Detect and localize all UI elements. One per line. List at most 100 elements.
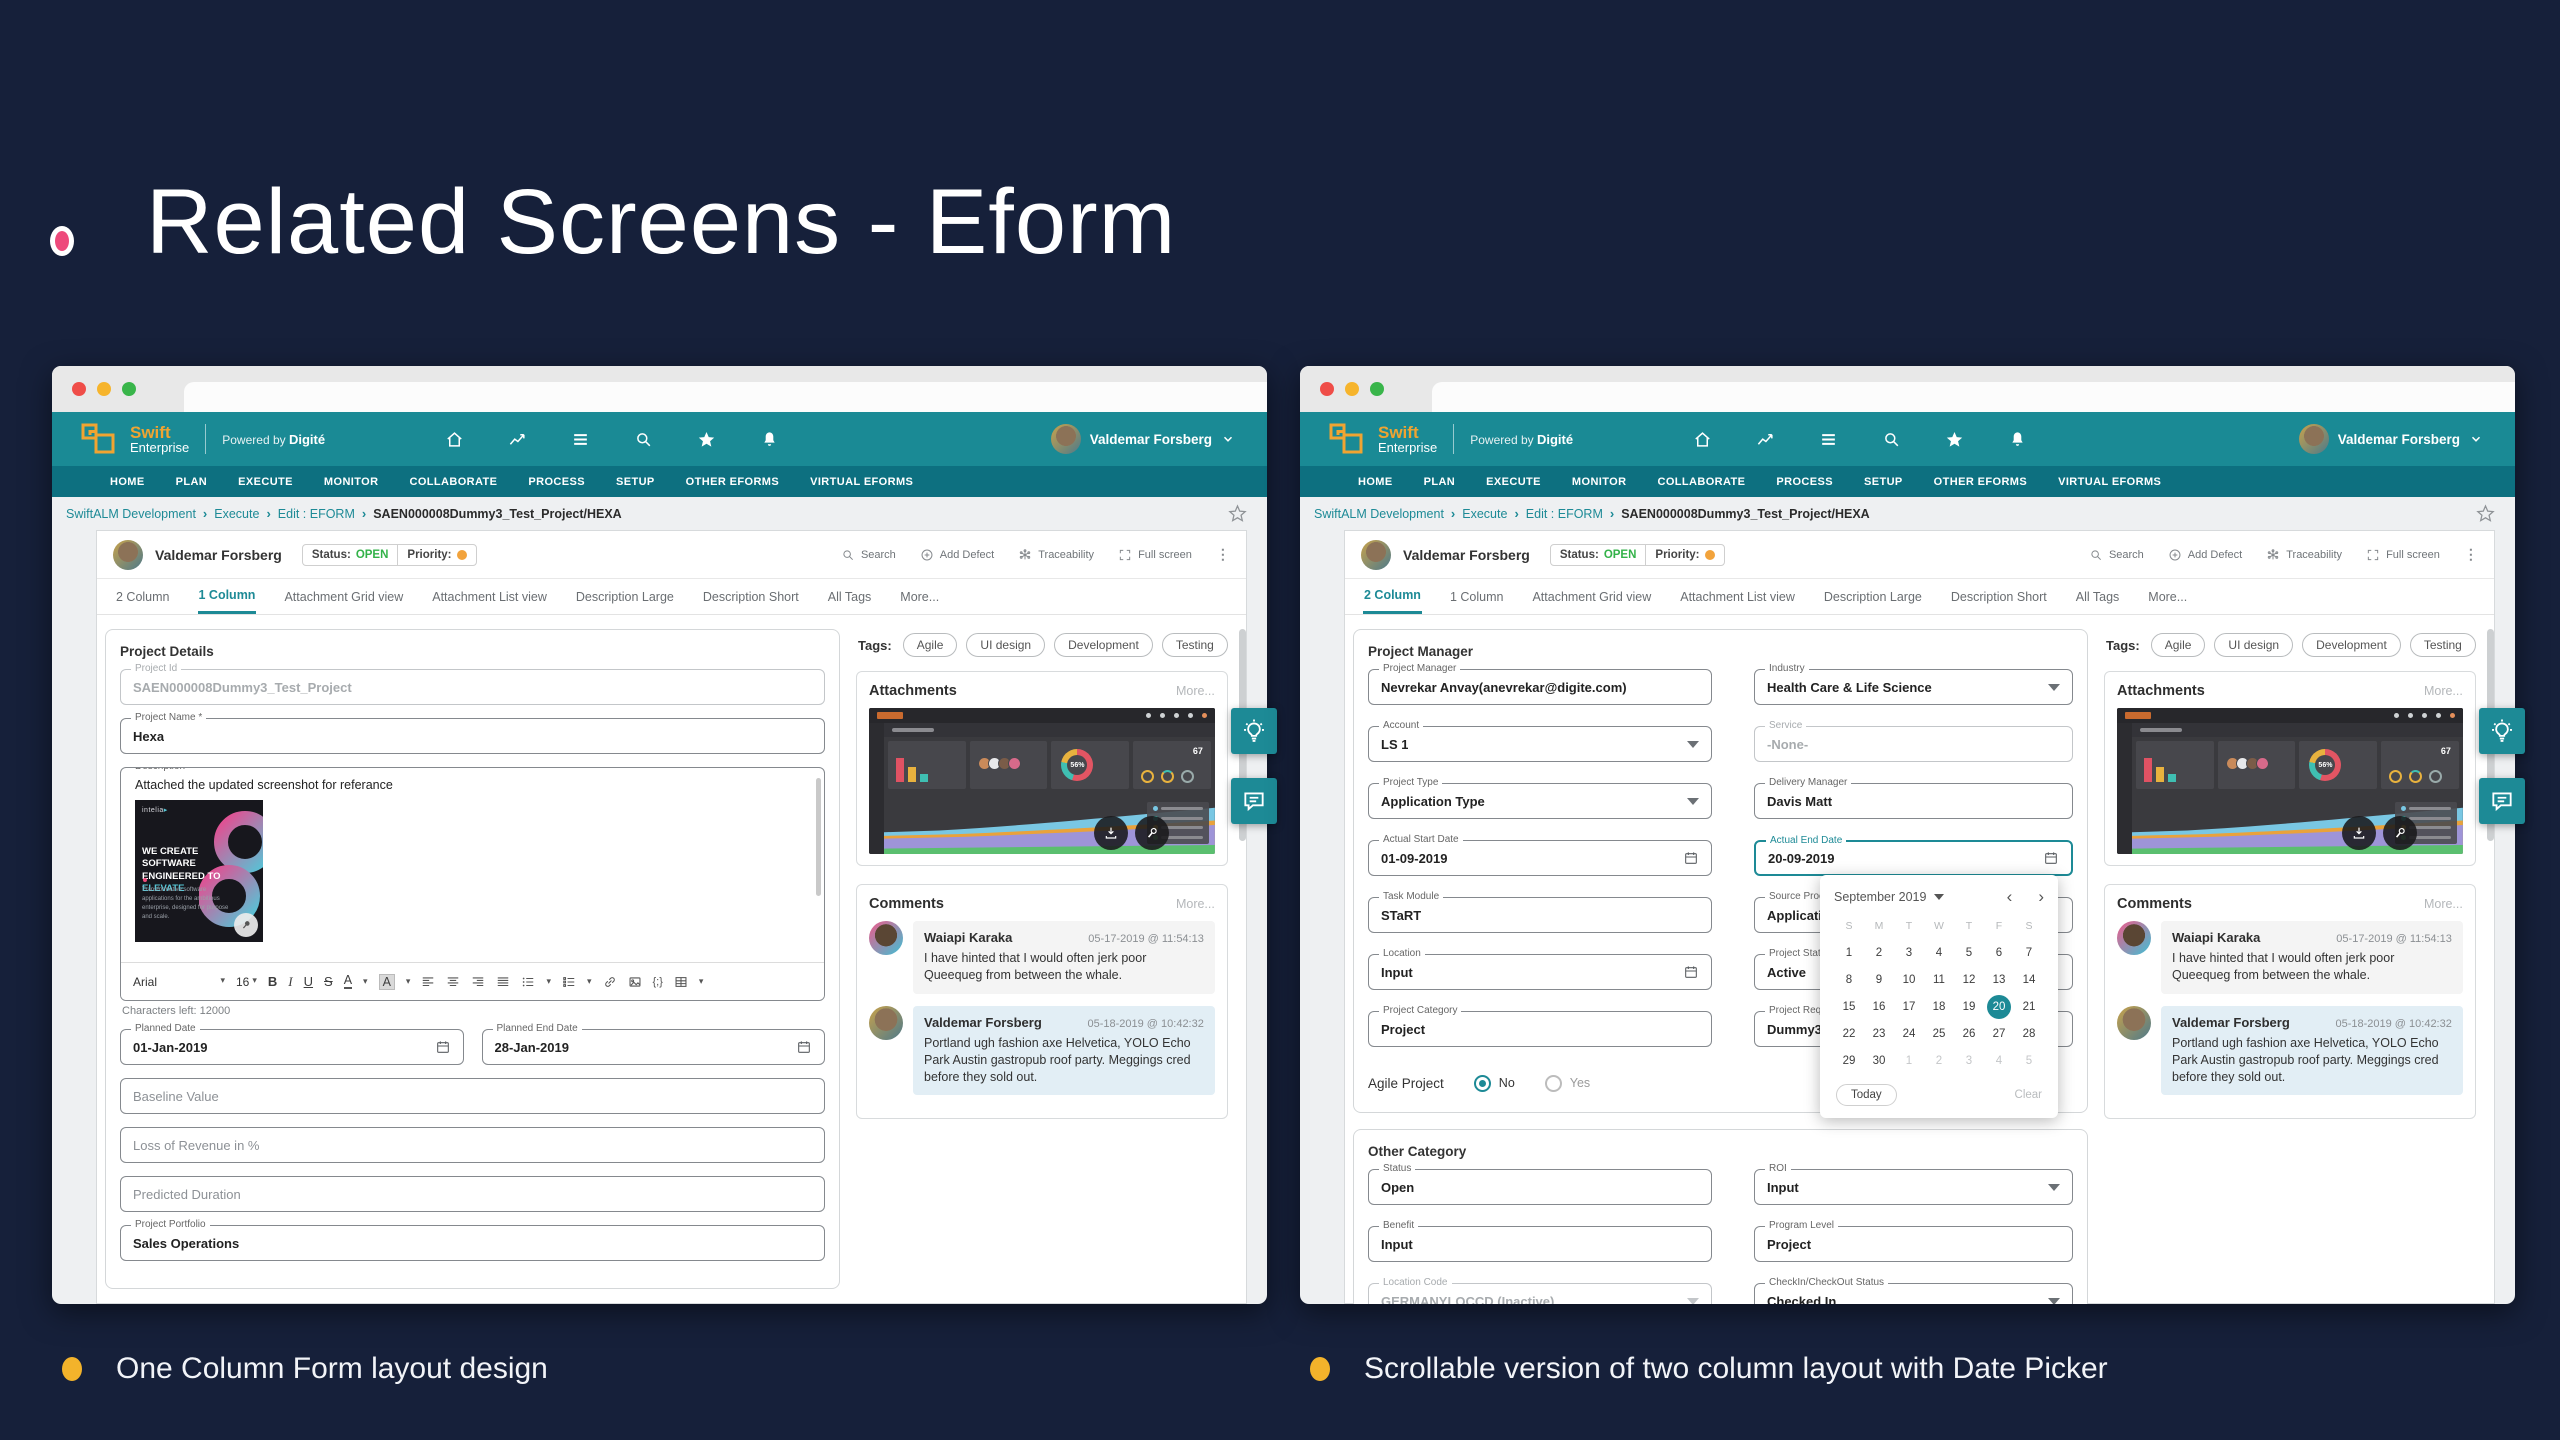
calendar-icon[interactable]: [435, 1039, 451, 1055]
tag-chip[interactable]: Agile: [2151, 633, 2206, 657]
calendar-icon[interactable]: [796, 1039, 812, 1055]
table-icon[interactable]: [674, 975, 688, 989]
project-portfolio-field[interactable]: Project PortfolioSales Operations: [120, 1225, 825, 1261]
bullet-list-icon[interactable]: [521, 975, 535, 989]
datepicker-day[interactable]: 5: [2014, 1047, 2044, 1074]
datepicker-day[interactable]: 4: [1924, 939, 1954, 966]
tag-chip[interactable]: Agile: [903, 633, 958, 657]
nav-collaborate[interactable]: COLLABORATE: [1657, 476, 1745, 488]
tag-chip[interactable]: UI design: [2214, 633, 2293, 657]
datepicker-day[interactable]: 22: [1834, 1020, 1864, 1047]
text-color-button[interactable]: A: [344, 974, 352, 990]
notifications-icon[interactable]: [2008, 430, 2027, 449]
tab-more[interactable]: More...: [899, 581, 940, 613]
reports-icon[interactable]: [508, 430, 527, 449]
next-month-button[interactable]: ›: [2038, 887, 2044, 907]
breadcrumb-link[interactable]: Execute: [214, 507, 259, 521]
pin-icon[interactable]: [1135, 816, 1169, 850]
tab-description-large[interactable]: Description Large: [575, 581, 675, 613]
strikethrough-button[interactable]: S: [324, 974, 333, 989]
datepicker-day[interactable]: 2: [1864, 939, 1894, 966]
datepicker-day[interactable]: 29: [1834, 1047, 1864, 1074]
swift-logo[interactable]: SwiftEnterprise: [1328, 422, 1437, 456]
datepicker-day[interactable]: 3: [1954, 1047, 1984, 1074]
planned-date-field[interactable]: Planned Date01-Jan-2019: [120, 1029, 464, 1065]
project-type-select[interactable]: Project TypeApplication Type: [1368, 783, 1712, 819]
datepicker-day[interactable]: 26: [1954, 1020, 1984, 1047]
nav-virtual-eforms[interactable]: VIRTUAL EFORMS: [810, 476, 913, 488]
nav-execute[interactable]: EXECUTE: [238, 476, 293, 488]
agile-yes-radio[interactable]: Yes: [1545, 1075, 1590, 1092]
notifications-icon[interactable]: [760, 430, 779, 449]
datepicker-day[interactable]: 13: [1984, 966, 2014, 993]
project-category-field[interactable]: Project CategoryProject: [1368, 1011, 1712, 1047]
agile-no-radio[interactable]: No: [1474, 1075, 1515, 1092]
clear-button[interactable]: Clear: [2015, 1089, 2042, 1101]
datepicker-day[interactable]: 28: [2014, 1020, 2044, 1047]
underline-button[interactable]: U: [304, 974, 313, 989]
breadcrumb-link[interactable]: SwiftALM Development: [1314, 507, 1444, 521]
search-button[interactable]: Search: [2089, 548, 2144, 562]
nav-other-eforms[interactable]: OTHER EFORMS: [1934, 476, 2027, 488]
datepicker-day[interactable]: 9: [1864, 966, 1894, 993]
account-select[interactable]: AccountLS 1: [1368, 726, 1712, 762]
datepicker-day[interactable]: 23: [1864, 1020, 1894, 1047]
delivery-manager-field[interactable]: Delivery ManagerDavis Matt: [1754, 783, 2073, 819]
overflow-menu-icon[interactable]: ⋮: [2464, 551, 2478, 558]
description-scrollbar[interactable]: [816, 778, 821, 896]
fullscreen-button[interactable]: Full screen: [1118, 548, 1192, 562]
attachments-more-link[interactable]: More...: [2424, 684, 2463, 698]
industry-select[interactable]: IndustryHealth Care & Life Science: [1754, 669, 2073, 705]
reports-icon[interactable]: [1756, 430, 1775, 449]
nav-process[interactable]: PROCESS: [528, 476, 585, 488]
tab-attachment-list[interactable]: Attachment List view: [431, 581, 548, 613]
tab-attachment-grid[interactable]: Attachment Grid view: [283, 581, 404, 613]
datepicker-day[interactable]: 21: [2014, 993, 2044, 1020]
datepicker-day[interactable]: 5: [1954, 939, 1984, 966]
comments-more-link[interactable]: More...: [2424, 897, 2463, 911]
description-field[interactable]: Description Attached the updated screens…: [120, 767, 825, 1001]
nav-monitor[interactable]: MONITOR: [1572, 476, 1627, 488]
minimize-window-button[interactable]: [97, 382, 111, 396]
add-defect-button[interactable]: Add Defect: [2168, 548, 2242, 562]
datepicker-day[interactable]: 17: [1894, 993, 1924, 1020]
traceability-button[interactable]: Traceability: [2266, 548, 2342, 562]
datepicker-day[interactable]: 3: [1894, 939, 1924, 966]
planned-end-date-field[interactable]: Planned End Date28-Jan-2019: [482, 1029, 826, 1065]
tab-all-tags[interactable]: All Tags: [2075, 581, 2121, 613]
nav-setup[interactable]: SETUP: [1864, 476, 1903, 488]
home-icon[interactable]: [445, 430, 464, 449]
datepicker-day[interactable]: 1: [1894, 1047, 1924, 1074]
menu-icon[interactable]: [571, 430, 590, 449]
link-icon[interactable]: [603, 975, 617, 989]
image-icon[interactable]: [628, 975, 642, 989]
align-right-icon[interactable]: [471, 975, 485, 989]
idea-button[interactable]: [1231, 708, 1277, 754]
tab-attachment-list[interactable]: Attachment List view: [1679, 581, 1796, 613]
datepicker-day[interactable]: 27: [1984, 1020, 2014, 1047]
actual-start-date-field[interactable]: Actual Start Date01-09-2019: [1368, 840, 1712, 876]
tab-description-short[interactable]: Description Short: [1950, 581, 2048, 613]
tab-2-column[interactable]: 2 Column: [115, 581, 171, 613]
benefit-field[interactable]: BenefitInput: [1368, 1226, 1712, 1262]
datepicker-day[interactable]: 12: [1954, 966, 1984, 993]
nav-other-eforms[interactable]: OTHER EFORMS: [686, 476, 779, 488]
tab-1-column[interactable]: 1 Column: [198, 579, 257, 614]
breadcrumb-link[interactable]: Edit : EFORM: [278, 507, 355, 521]
attachment-thumbnail[interactable]: 56% 67: [869, 708, 1215, 854]
nav-virtual-eforms[interactable]: VIRTUAL EFORMS: [2058, 476, 2161, 488]
align-left-icon[interactable]: [421, 975, 435, 989]
calendar-icon[interactable]: [1683, 850, 1699, 866]
nav-collaborate[interactable]: COLLABORATE: [409, 476, 497, 488]
breadcrumb-link[interactable]: SwiftALM Development: [66, 507, 196, 521]
datepicker-day[interactable]: 10: [1894, 966, 1924, 993]
font-size-select[interactable]: 16▾: [236, 975, 257, 989]
favorites-icon[interactable]: [697, 430, 716, 449]
month-year-select[interactable]: September 2019: [1834, 890, 1944, 904]
tab-description-short[interactable]: Description Short: [702, 581, 800, 613]
download-icon[interactable]: [2342, 816, 2376, 850]
bold-button[interactable]: B: [268, 974, 277, 989]
comments-more-link[interactable]: More...: [1176, 897, 1215, 911]
program-level-field[interactable]: Program LevelProject: [1754, 1226, 2073, 1262]
datepicker-day[interactable]: 14: [2014, 966, 2044, 993]
